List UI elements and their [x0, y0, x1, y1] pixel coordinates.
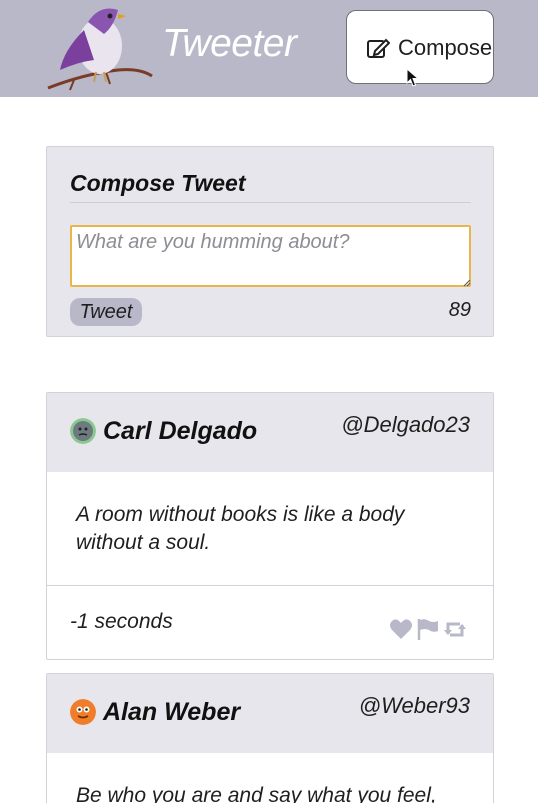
tweet-timestamp: -1 seconds: [70, 610, 173, 633]
tweet-author-name: Carl Delgado: [103, 417, 258, 445]
tweet-content: Be who you are and say what you feel, be…: [76, 784, 437, 803]
compose-tweet-panel: Compose Tweet Tweet 89: [46, 146, 494, 337]
bird-logo[interactable]: [44, 0, 156, 94]
mouse-cursor-icon: [406, 68, 420, 87]
tweet-card: Carl Delgado @Delgado23 A room without b…: [46, 392, 494, 660]
tweet-header: Carl Delgado @Delgado23: [47, 393, 493, 472]
character-counter: 89: [448, 299, 471, 321]
tweet-header: Alan Weber @Weber93: [47, 674, 493, 753]
tweet-submit-button[interactable]: Tweet: [70, 298, 142, 326]
compose-divider: [70, 202, 471, 203]
tweet-author-name: Alan Weber: [103, 698, 241, 726]
tweet-text-input[interactable]: [70, 225, 471, 287]
flag-icon[interactable]: [417, 618, 439, 645]
avatar[interactable]: [70, 699, 96, 725]
tweet-card: Alan Weber @Weber93 Be who you are and s…: [46, 673, 494, 803]
compose-heading: Compose Tweet: [70, 170, 246, 196]
avatar[interactable]: [70, 418, 96, 444]
compose-button-label: Compose: [398, 35, 493, 60]
tweet-author-handle: @Delgado23: [341, 412, 470, 437]
brand-title: Tweeter: [162, 22, 297, 65]
edit-icon: [367, 38, 390, 58]
navbar: Tweeter Compose: [0, 0, 538, 97]
tweet-actions: [389, 618, 469, 640]
tweet-content: A room without books is like a body with…: [76, 503, 405, 554]
compose-button[interactable]: Compose: [346, 10, 494, 84]
tweet-author-handle: @Weber93: [358, 693, 470, 718]
tweet-divider: [47, 585, 493, 586]
heart-icon[interactable]: [389, 618, 413, 645]
retweet-icon[interactable]: [443, 618, 467, 645]
resize-grip-icon[interactable]: [463, 279, 471, 287]
